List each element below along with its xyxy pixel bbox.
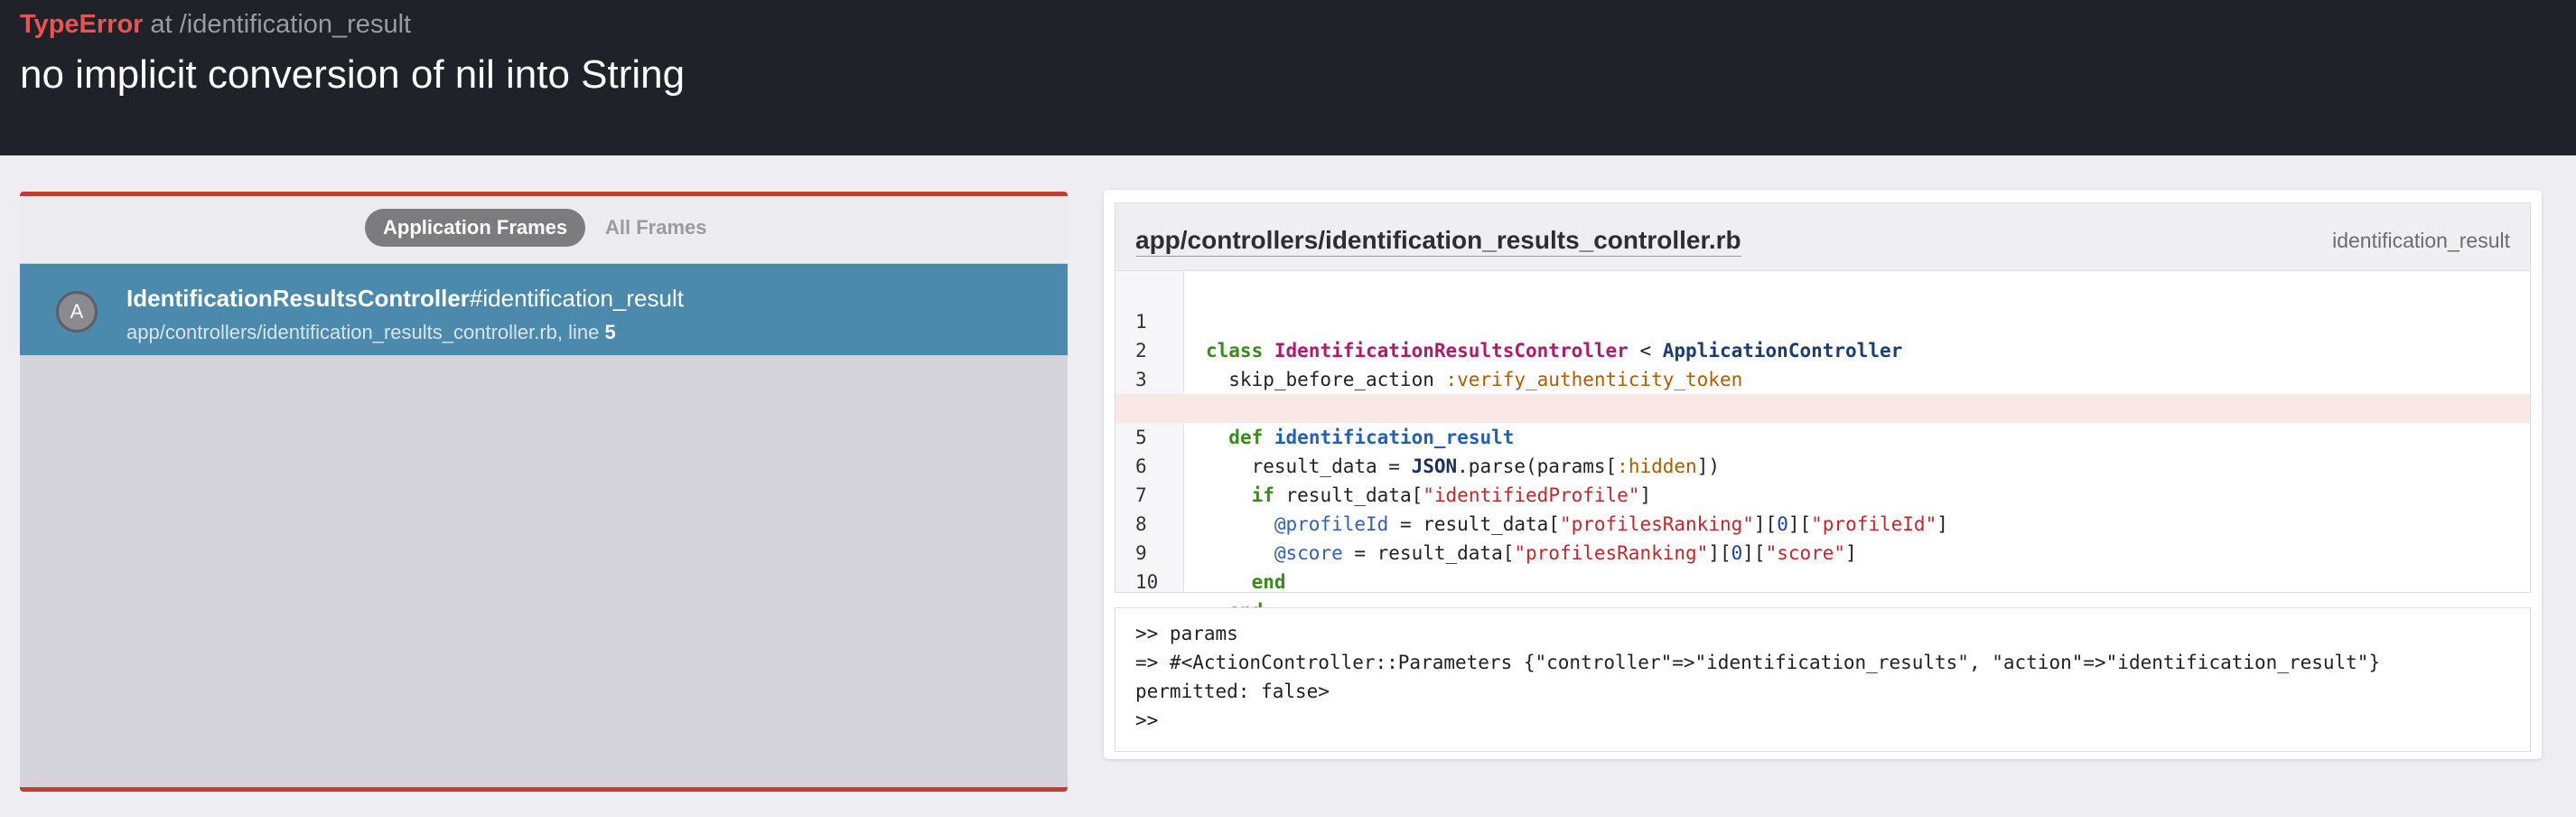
exception-header: TypeError at /identification_result no i… xyxy=(0,0,2576,155)
line-number: 10 xyxy=(1135,571,1159,593)
tab-application-frames[interactable]: Application Frames xyxy=(365,209,586,247)
source-code: 1 class IdentificationResultsController … xyxy=(1115,271,2531,622)
code-line: 2 skip_before_action :verify_authenticit… xyxy=(1115,307,2530,390)
frames-panel: Application Frames All Frames A Identifi… xyxy=(20,192,1068,792)
file-info-bar: app/controllers/identification_results_c… xyxy=(1115,202,2531,271)
frame-item-selected[interactable]: A IdentificationResultsController#identi… xyxy=(20,264,1068,355)
code-line: 1 class IdentificationResultsController … xyxy=(1115,278,2530,362)
file-path-link[interactable]: app/controllers/identification_results_c… xyxy=(1135,225,1741,257)
console-prompt[interactable]: >> xyxy=(1135,706,1158,735)
console-line: => #<ActionController::Parameters {"cont… xyxy=(1135,652,2381,673)
tab-all-frames[interactable]: All Frames xyxy=(587,209,725,247)
line-source: end xyxy=(1251,571,1286,593)
frame-name: IdentificationResultsController#identifi… xyxy=(126,284,684,313)
frame-file-path: app/controllers/identification_results_c… xyxy=(126,321,605,343)
code-panel: app/controllers/identification_results_c… xyxy=(1104,190,2542,759)
code-line: 8 @score = result_data["profilesRanking"… xyxy=(1115,481,2530,564)
frame-line-number: 5 xyxy=(604,321,616,343)
frame-type-badge: A xyxy=(56,291,98,333)
frame-filter-bar: Application Frames All Frames xyxy=(20,196,1068,264)
exception-location: at /identification_result xyxy=(143,10,412,39)
console-line: >> params xyxy=(1135,623,1238,644)
frame-location: app/controllers/identification_results_c… xyxy=(126,320,616,345)
method-name: identification_result xyxy=(2332,229,2510,252)
repl-console[interactable]: >> params => #<ActionController::Paramet… xyxy=(1115,607,2531,752)
console-line: permitted: false> xyxy=(1135,681,1330,702)
frame-method-name: #identification_result xyxy=(469,285,684,312)
code-line: 3 xyxy=(1115,336,2530,390)
code-line: 4 def identification_result xyxy=(1115,365,2530,448)
code-line: 7 @profileId = result_data["profilesRank… xyxy=(1115,452,2530,535)
frame-class-name: IdentificationResultsController xyxy=(126,285,470,312)
exception-type: TypeError xyxy=(20,10,144,39)
exception-message: no implicit conversion of nil into Strin… xyxy=(20,52,686,97)
code-line: 6 if result_data["identifiedProfile"] xyxy=(1115,423,2530,506)
code-line: 9 end xyxy=(1115,510,2530,593)
code-box: app/controllers/identification_results_c… xyxy=(1115,202,2531,788)
code-line-highlighted: 5 result_data = JSON.parse(params[:hidde… xyxy=(1115,394,2530,477)
exception-title: TypeError at /identification_result xyxy=(20,9,411,40)
code-line: 10 end xyxy=(1115,539,2530,622)
